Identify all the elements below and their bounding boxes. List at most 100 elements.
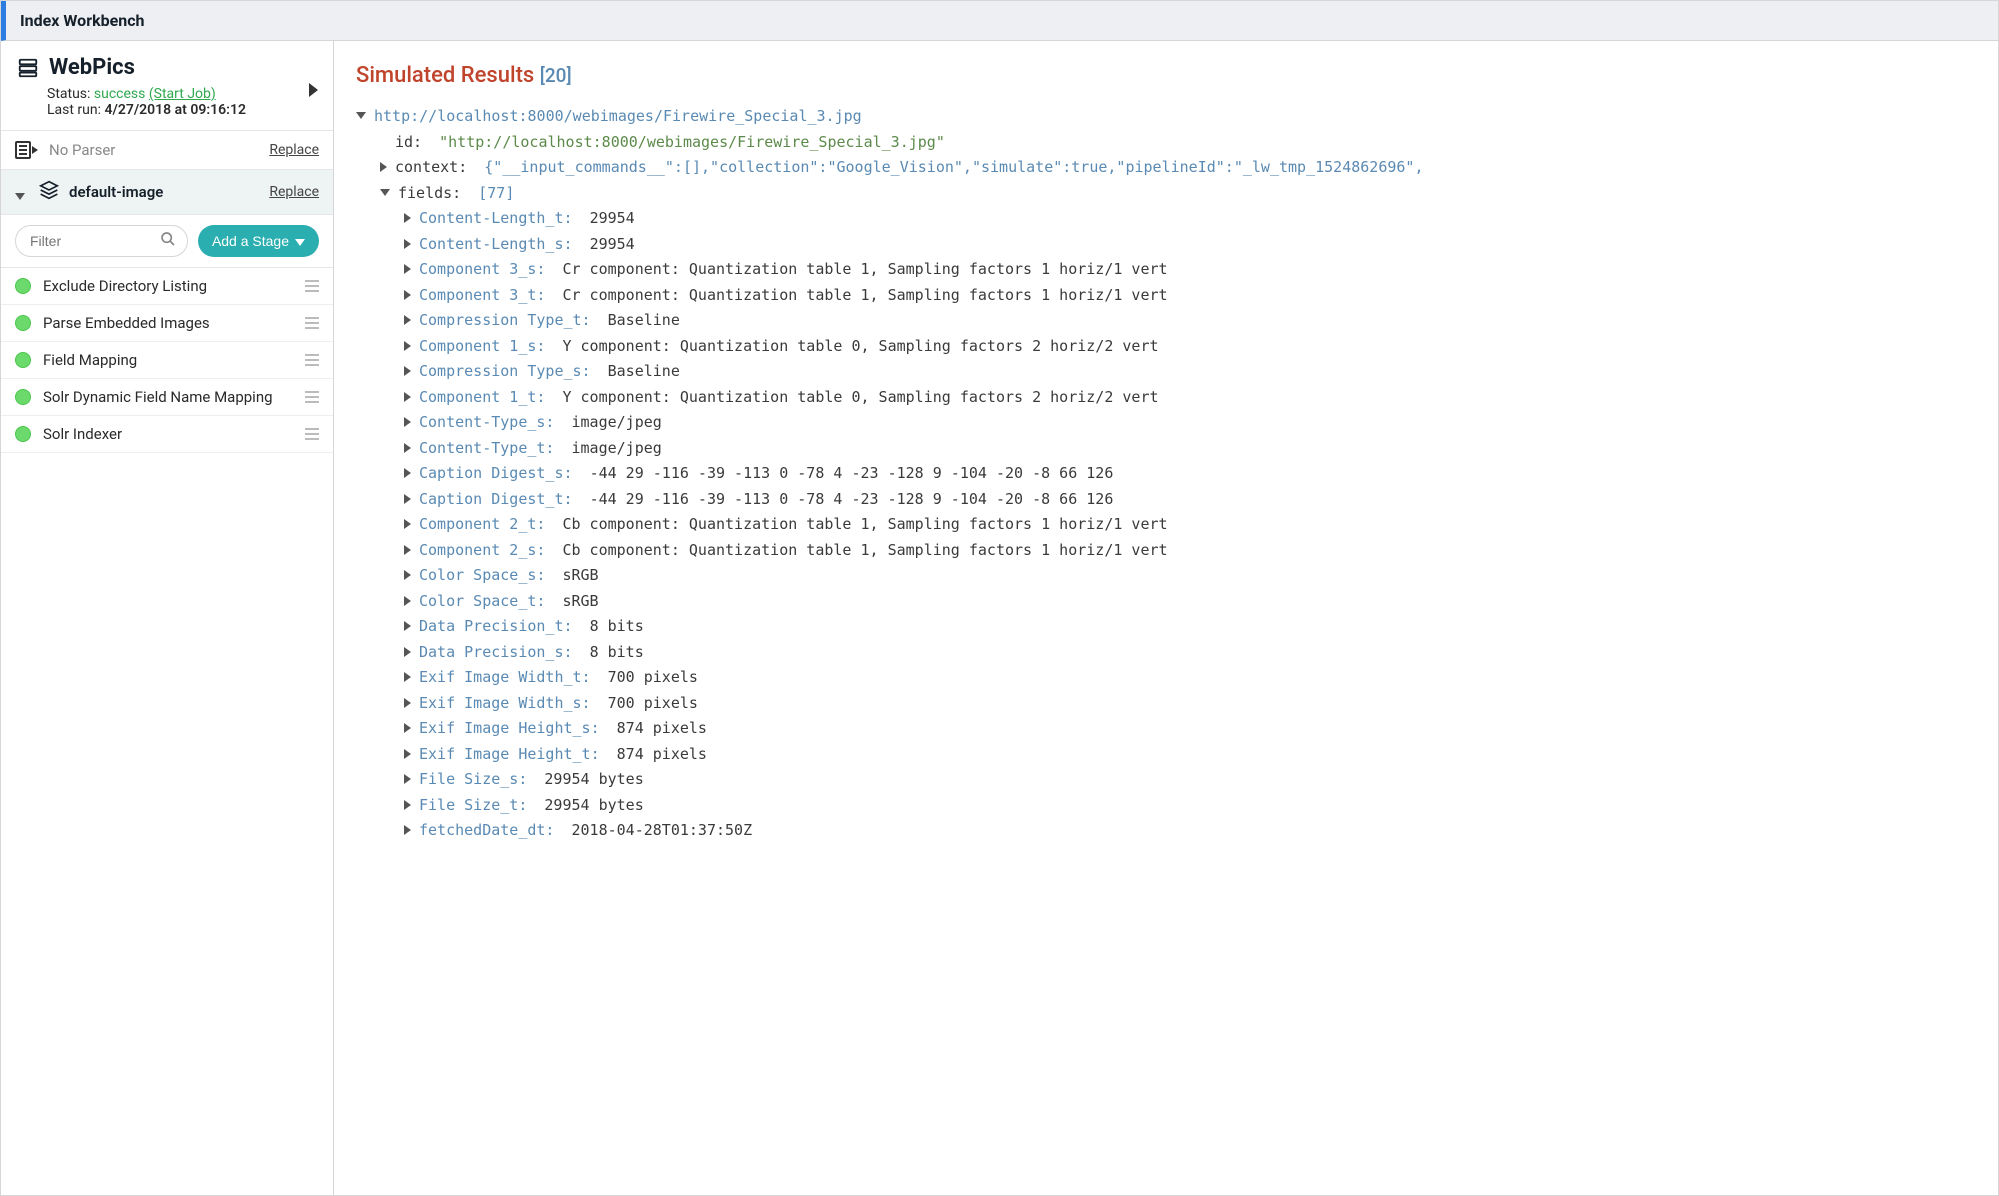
field-row[interactable]: Component 1_t: Y component: Quantization… — [356, 385, 1976, 411]
caret-right-icon[interactable] — [404, 392, 411, 402]
caret-right-icon[interactable] — [404, 290, 411, 300]
field-key: Caption Digest_s: — [419, 461, 573, 487]
field-row[interactable]: Exif Image Width_s: 700 pixels — [356, 691, 1976, 717]
drag-handle-icon[interactable] — [305, 280, 319, 292]
caret-right-icon[interactable] — [404, 545, 411, 555]
field-row[interactable]: File Size_s: 29954 bytes — [356, 767, 1976, 793]
field-value: Cb component: Quantization table 1, Samp… — [562, 512, 1167, 538]
caret-right-icon[interactable] — [404, 723, 411, 733]
field-row[interactable]: File Size_t: 29954 bytes — [356, 793, 1976, 819]
stage-item[interactable]: Field Mapping — [1, 342, 333, 379]
caret-right-icon[interactable] — [404, 341, 411, 351]
caret-right-icon[interactable] — [404, 366, 411, 376]
id-row: id: "http://localhost:8000/webimages/Fir… — [356, 130, 1976, 156]
doc-url: http://localhost:8000/webimages/Firewire… — [374, 104, 862, 130]
drag-handle-icon[interactable] — [305, 317, 319, 329]
app-root: Index Workbench WebPics Status: — [0, 0, 1999, 1196]
field-row[interactable]: Caption Digest_t: -44 29 -116 -39 -113 0… — [356, 487, 1976, 513]
stage-item[interactable]: Solr Dynamic Field Name Mapping — [1, 379, 333, 416]
field-row[interactable]: Component 2_t: Cb component: Quantizatio… — [356, 512, 1976, 538]
caret-down-icon[interactable] — [380, 189, 390, 196]
fields-count: [77] — [478, 181, 514, 207]
field-row[interactable]: Content-Length_t: 29954 — [356, 206, 1976, 232]
stage-label: Parse Embedded Images — [43, 314, 293, 332]
caret-right-icon[interactable] — [404, 749, 411, 759]
stage-item[interactable]: Parse Embedded Images — [1, 305, 333, 342]
field-key: Caption Digest_t: — [419, 487, 573, 513]
field-key: Content-Length_t: — [419, 206, 573, 232]
field-row[interactable]: Compression Type_s: Baseline — [356, 359, 1976, 385]
project-status: Status: success (Start Job) — [17, 86, 317, 102]
caret-right-icon[interactable] — [404, 443, 411, 453]
doc-row[interactable]: http://localhost:8000/webimages/Firewire… — [356, 104, 1976, 130]
pipeline-row[interactable]: default-image Replace — [1, 170, 333, 215]
field-row[interactable]: Exif Image Height_t: 874 pixels — [356, 742, 1976, 768]
caret-right-icon[interactable] — [380, 162, 387, 172]
fields-row[interactable]: fields: [77] — [356, 181, 1976, 207]
caret-right-icon[interactable] — [404, 570, 411, 580]
caret-down-icon[interactable] — [356, 112, 366, 119]
parser-replace-link[interactable]: Replace — [269, 142, 319, 158]
field-row[interactable]: Component 3_s: Cr component: Quantizatio… — [356, 257, 1976, 283]
field-row[interactable]: Component 2_s: Cb component: Quantizatio… — [356, 538, 1976, 564]
field-key: File Size_s: — [419, 767, 527, 793]
caret-right-icon[interactable] — [404, 494, 411, 504]
add-stage-label: Add a Stage — [212, 233, 289, 249]
field-row[interactable]: Content-Type_s: image/jpeg — [356, 410, 1976, 436]
caret-right-icon[interactable] — [404, 417, 411, 427]
caret-right-icon[interactable] — [404, 800, 411, 810]
field-row[interactable]: fetchedDate_dt: 2018-04-28T01:37:50Z — [356, 818, 1976, 844]
field-row[interactable]: Color Space_t: sRGB — [356, 589, 1976, 615]
caret-right-icon[interactable] — [404, 468, 411, 478]
field-key: Content-Type_s: — [419, 410, 554, 436]
caret-right-icon[interactable] — [404, 315, 411, 325]
drag-handle-icon[interactable] — [305, 391, 319, 403]
caret-right-icon[interactable] — [404, 774, 411, 784]
context-row[interactable]: context: {"__input_commands__":[],"colle… — [356, 155, 1976, 181]
field-row[interactable]: Component 1_s: Y component: Quantization… — [356, 334, 1976, 360]
last-run: Last run: 4/27/2018 at 09:16:12 — [17, 102, 317, 118]
field-row[interactable]: Compression Type_t: Baseline — [356, 308, 1976, 334]
caret-right-icon[interactable] — [404, 264, 411, 274]
caret-right-icon[interactable] — [404, 698, 411, 708]
stage-status-dot — [15, 315, 31, 331]
caret-right-icon[interactable] — [404, 596, 411, 606]
parser-row[interactable]: No Parser Replace — [1, 131, 333, 170]
field-row[interactable]: Caption Digest_s: -44 29 -116 -39 -113 0… — [356, 461, 1976, 487]
field-row[interactable]: Exif Image Height_s: 874 pixels — [356, 716, 1976, 742]
field-row[interactable]: Data Precision_t: 8 bits — [356, 614, 1976, 640]
stage-label: Exclude Directory Listing — [43, 277, 293, 295]
drag-handle-icon[interactable] — [305, 354, 319, 366]
caret-right-icon[interactable] — [404, 672, 411, 682]
caret-right-icon[interactable] — [404, 213, 411, 223]
add-stage-button[interactable]: Add a Stage — [198, 225, 319, 257]
field-value: Y component: Quantization table 0, Sampl… — [562, 334, 1158, 360]
chevron-down-icon — [295, 233, 305, 249]
caret-right-icon[interactable] — [404, 825, 411, 835]
field-row[interactable]: Content-Type_t: image/jpeg — [356, 436, 1976, 462]
field-row[interactable]: Color Space_s: sRGB — [356, 563, 1976, 589]
start-job-link[interactable]: (Start Job) — [149, 86, 216, 102]
field-key: Component 3_t: — [419, 283, 545, 309]
pipeline-replace-link[interactable]: Replace — [269, 184, 319, 200]
parser-icon — [15, 141, 39, 159]
stage-item[interactable]: Exclude Directory Listing — [1, 268, 333, 305]
pipeline-caret-icon[interactable] — [15, 193, 25, 200]
caret-right-icon[interactable] — [404, 519, 411, 529]
field-row[interactable]: Component 3_t: Cr component: Quantizatio… — [356, 283, 1976, 309]
parser-label: No Parser — [49, 141, 259, 159]
filter-input-wrap — [15, 225, 188, 257]
caret-right-icon[interactable] — [404, 621, 411, 631]
results-title: Simulated Results [20] — [356, 57, 1976, 94]
drag-handle-icon[interactable] — [305, 428, 319, 440]
caret-right-icon[interactable] — [404, 239, 411, 249]
field-row[interactable]: Content-Length_s: 29954 — [356, 232, 1976, 258]
caret-right-icon[interactable] — [404, 647, 411, 657]
field-value: Baseline — [608, 308, 680, 334]
field-row[interactable]: Exif Image Width_t: 700 pixels — [356, 665, 1976, 691]
search-icon[interactable] — [160, 231, 176, 251]
collapse-sidebar-icon[interactable] — [309, 83, 319, 101]
field-key: Data Precision_s: — [419, 640, 573, 666]
field-row[interactable]: Data Precision_s: 8 bits — [356, 640, 1976, 666]
stage-item[interactable]: Solr Indexer — [1, 416, 333, 453]
